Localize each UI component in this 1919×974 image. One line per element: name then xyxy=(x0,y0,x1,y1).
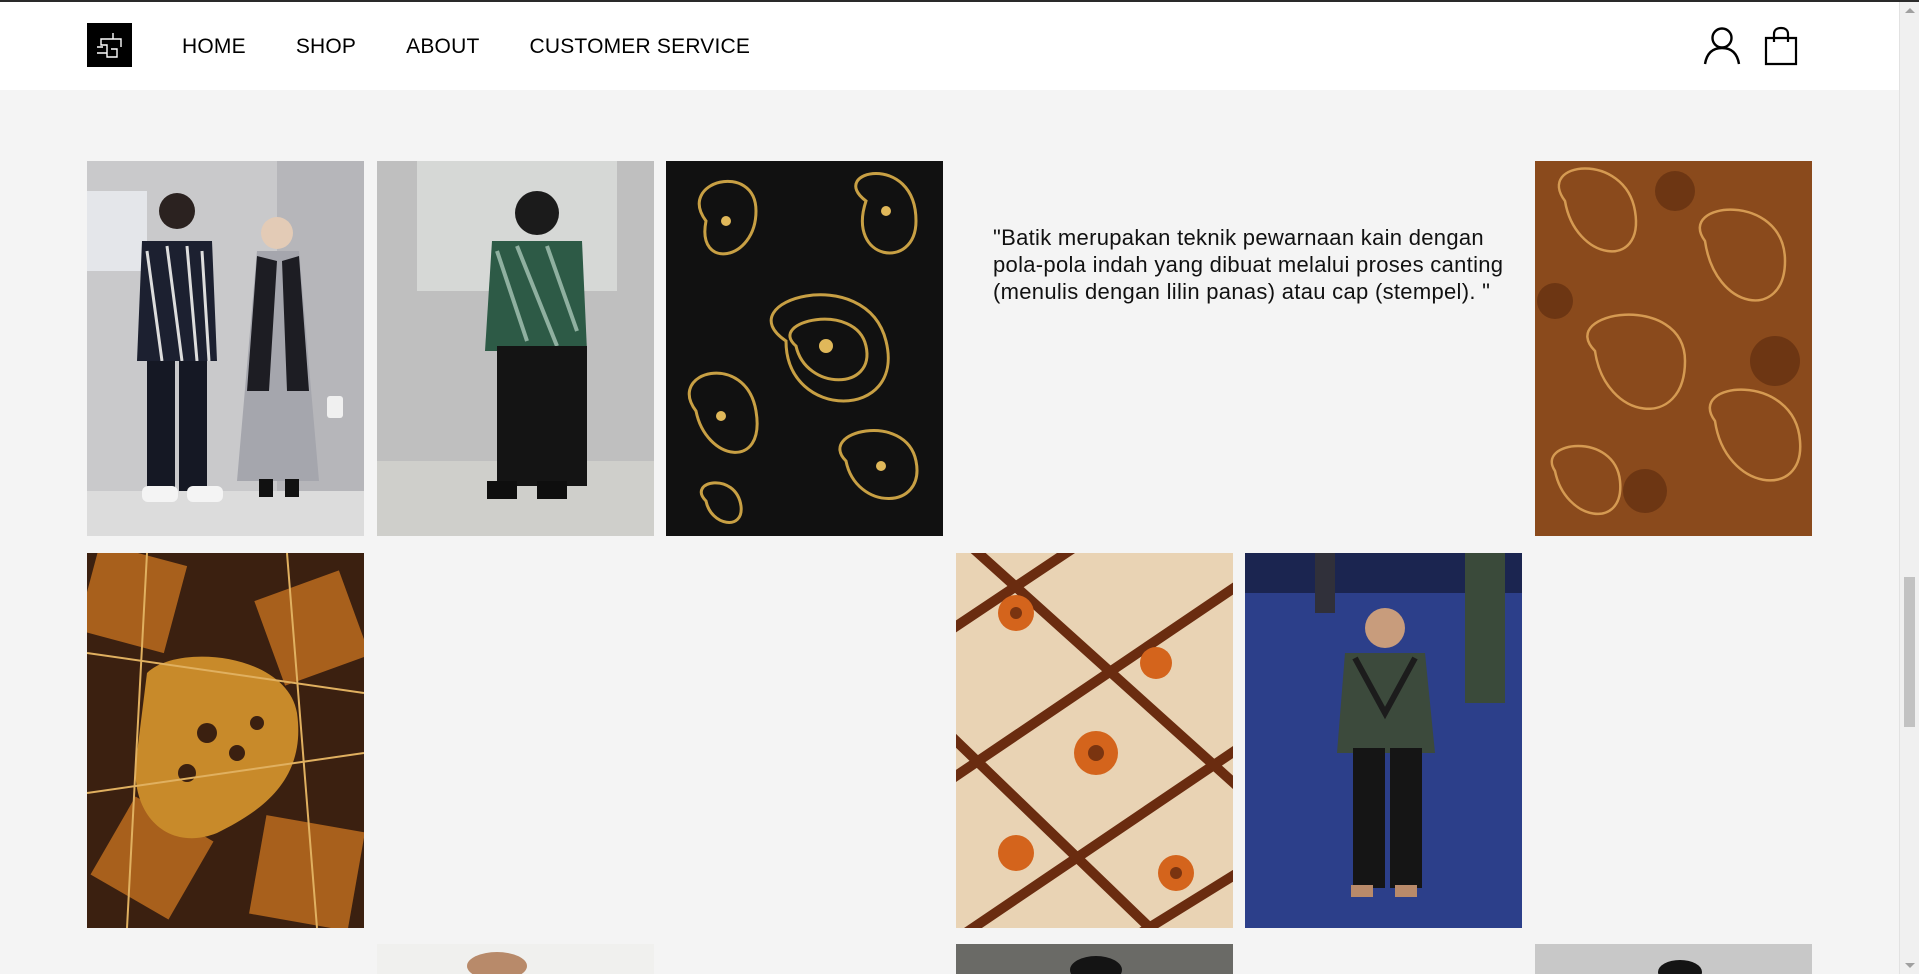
scroll-up-arrow-icon[interactable] xyxy=(1905,8,1915,13)
site-header: HOME SHOP ABOUT CUSTOMER SERVICE xyxy=(0,2,1899,90)
photo-gallery-row3-a[interactable] xyxy=(377,944,654,974)
scrollbar-thumb[interactable] xyxy=(1904,577,1915,727)
nav-home[interactable]: HOME xyxy=(182,33,246,61)
pattern-brown-batik-kawung[interactable] xyxy=(87,553,364,928)
batik-quote: "Batik merupakan teknik pewarnaan kain d… xyxy=(993,225,1504,304)
photo-runway-model[interactable] xyxy=(1245,553,1522,928)
photo-gallery-row3-b[interactable] xyxy=(956,944,1233,974)
photo-man-green-batik[interactable] xyxy=(377,161,654,536)
pattern-brown-paisley[interactable] xyxy=(1535,161,1812,536)
brand-logo[interactable] xyxy=(87,23,132,67)
user-icon[interactable] xyxy=(1703,26,1741,71)
pattern-black-gold-paisley[interactable] xyxy=(666,161,943,536)
nav-shop[interactable]: SHOP xyxy=(296,33,356,61)
nav-about[interactable]: ABOUT xyxy=(406,33,479,61)
shopping-bag-icon[interactable] xyxy=(1764,26,1798,71)
main-nav: HOME SHOP ABOUT CUSTOMER SERVICE xyxy=(182,33,750,61)
photo-couple-batik[interactable] xyxy=(87,161,364,536)
nav-customer-service[interactable]: CUSTOMER SERVICE xyxy=(529,33,750,61)
vertical-scrollbar[interactable] xyxy=(1899,2,1919,974)
pattern-orange-batik-geometric[interactable] xyxy=(956,553,1233,928)
scroll-down-arrow-icon[interactable] xyxy=(1905,963,1915,968)
photo-gallery-row3-c[interactable] xyxy=(1535,944,1812,974)
